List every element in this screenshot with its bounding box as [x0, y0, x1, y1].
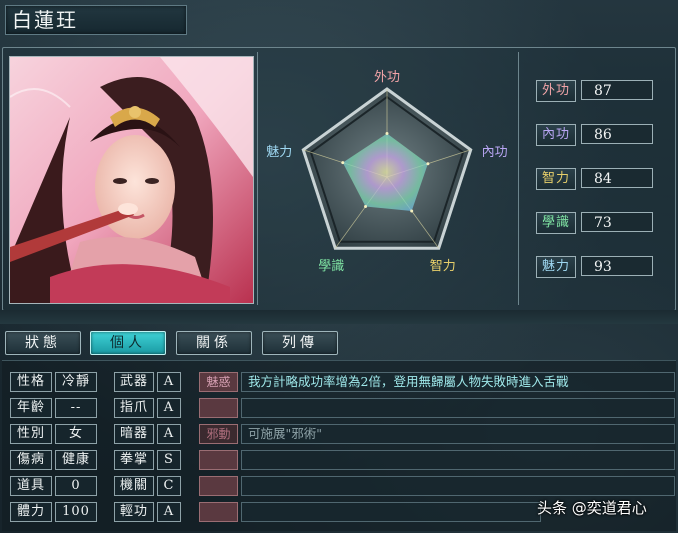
skill-description: [241, 450, 675, 470]
stat-label: 外功: [536, 80, 576, 102]
weapon-grade: S: [157, 450, 181, 470]
tab-personal[interactable]: 個人: [90, 331, 166, 355]
attr-value: 100: [55, 502, 97, 522]
skill-slot[interactable]: 魅惑: [199, 372, 238, 392]
divider: [518, 52, 519, 305]
character-portrait: [9, 56, 254, 304]
weapon-grade: A: [157, 502, 181, 522]
radar-axis-label: 外功: [374, 70, 400, 85]
stat-value: 73: [581, 212, 653, 232]
attr-value: 0: [55, 476, 97, 496]
attr-value: 健康: [55, 450, 97, 470]
weapon-grade: A: [157, 398, 181, 418]
stat-label: 內功: [536, 124, 576, 146]
radar-point: [341, 161, 345, 165]
watermark: 头条 @奕道君心: [537, 499, 647, 517]
radar-axis-label: 內功: [482, 145, 508, 160]
weapon-label: 武器: [114, 372, 154, 392]
tab-relations[interactable]: 關係: [176, 331, 252, 355]
radar-axis-label: 魅力: [266, 145, 292, 160]
stat-label: 魅力: [536, 256, 576, 278]
radar-point: [364, 205, 368, 209]
stat-row-intelligence: 智力 84: [536, 168, 656, 190]
divider: [257, 52, 258, 305]
tab-status[interactable]: 狀態: [5, 331, 81, 355]
attr-value: --: [55, 398, 97, 418]
stat-value: 93: [581, 256, 653, 276]
stat-label: 學識: [536, 212, 576, 234]
stat-value: 86: [581, 124, 653, 144]
weapon-label: 拳掌: [114, 450, 154, 470]
skill-slot-empty[interactable]: [199, 398, 238, 418]
weapon-label: 機關: [114, 476, 154, 496]
radar-axis-label: 智力: [430, 259, 456, 274]
stat-label: 智力: [536, 168, 576, 190]
tab-biography[interactable]: 列傳: [262, 331, 338, 355]
attr-label: 性別: [10, 424, 52, 444]
attr-label: 體力: [10, 502, 52, 522]
attr-label: 性格: [10, 372, 52, 392]
attr-label: 年齡: [10, 398, 52, 418]
stat-value: 84: [581, 168, 653, 188]
skill-description: [241, 398, 675, 418]
portrait-illustration: [10, 57, 253, 303]
radar-point: [426, 162, 430, 166]
attr-label: 傷病: [10, 450, 52, 470]
skill-description: 可施展"邪術": [241, 424, 675, 444]
skill-description: [241, 502, 541, 522]
weapon-grade: A: [157, 372, 181, 392]
weapon-label: 暗器: [114, 424, 154, 444]
weapon-label: 輕功: [114, 502, 154, 522]
attr-value: 女: [55, 424, 97, 444]
weapon-grade: C: [157, 476, 181, 496]
radar-axis-label: 學識: [318, 259, 344, 274]
skill-slot-empty[interactable]: [199, 502, 238, 522]
attr-value: 冷靜: [55, 372, 97, 392]
skill-slot-empty[interactable]: [199, 450, 238, 470]
section-separator: [0, 310, 678, 324]
skill-slot[interactable]: 邪動: [199, 424, 238, 444]
skill-description: 我方計略成功率增為2倍，登用無歸屬人物失敗時進入舌戰: [241, 372, 675, 392]
radar-chart: 外功內功智力 學識 魅力: [266, 70, 508, 274]
stat-row-inner-power: 內功 86: [536, 124, 656, 146]
stat-row-knowledge: 學識 73: [536, 212, 656, 234]
radar-point: [385, 132, 389, 135]
stat-value: 87: [581, 80, 653, 100]
attr-label: 道具: [10, 476, 52, 496]
skill-description: [241, 476, 675, 496]
attribute-radar: 外功內功智力 學識 魅力: [260, 52, 514, 304]
weapon-grade: A: [157, 424, 181, 444]
stat-row-outer-power: 外功 87: [536, 80, 656, 102]
skill-slot-empty[interactable]: [199, 476, 238, 496]
weapon-label: 指爪: [114, 398, 154, 418]
character-name: 白蓮玨: [5, 5, 187, 35]
radar-point: [410, 209, 414, 213]
stat-row-charm: 魅力 93: [536, 256, 656, 278]
